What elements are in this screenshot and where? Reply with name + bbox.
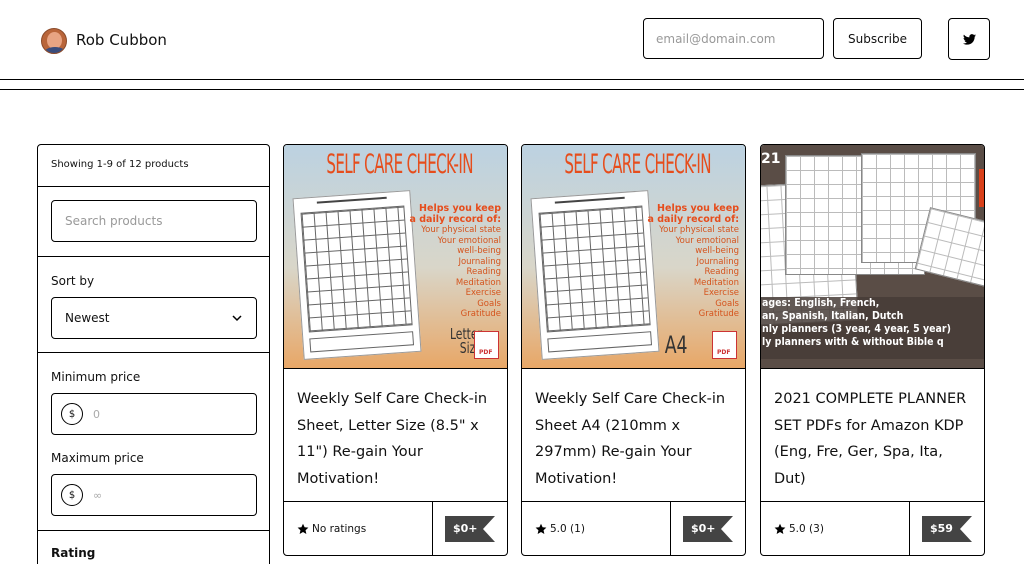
rating-text: 5.0 (1) bbox=[550, 523, 585, 535]
rating-text: No ratings bbox=[312, 523, 367, 535]
currency-icon: $ bbox=[61, 484, 83, 506]
price-tag[interactable]: $0+ bbox=[445, 516, 495, 542]
price-cell: $59 bbox=[909, 502, 984, 555]
product-thumbnail[interactable]: SELF CARE CHECK-IN Helps you keep a dail… bbox=[284, 145, 507, 369]
pdf-icon: PDF bbox=[712, 331, 737, 359]
thumbnail-heading: SELF CARE CHECK-IN bbox=[326, 149, 473, 180]
price-section: Minimum price $ 0 Maximum price $ ∞ bbox=[38, 353, 269, 531]
min-price-value: 0 bbox=[93, 407, 100, 421]
sort-value: Newest bbox=[65, 311, 110, 325]
price-cell: $0+ bbox=[432, 502, 507, 555]
creator-name[interactable]: Rob Cubbon bbox=[76, 31, 167, 49]
search-input[interactable] bbox=[51, 200, 257, 242]
worksheet-preview bbox=[292, 190, 422, 360]
rating-filter-label[interactable]: Rating bbox=[38, 531, 269, 564]
search-section bbox=[38, 187, 269, 257]
sort-label: Sort by bbox=[51, 274, 95, 288]
price-text: $0+ bbox=[691, 522, 716, 535]
product-thumbnail[interactable]: SELF CARE CHECK-IN Helps you keep a dail… bbox=[522, 145, 745, 369]
product-footer: 5.0 (3) $59 bbox=[761, 501, 984, 555]
twitter-button[interactable] bbox=[948, 18, 990, 60]
currency-icon: $ bbox=[61, 403, 83, 425]
subscribe-button[interactable]: Subscribe bbox=[833, 18, 922, 59]
product-rating: No ratings bbox=[297, 523, 366, 535]
price-text: $0+ bbox=[453, 522, 478, 535]
star-icon bbox=[297, 523, 309, 534]
pdf-icon: PDF bbox=[474, 331, 499, 359]
email-input[interactable] bbox=[643, 18, 824, 59]
star-icon bbox=[535, 523, 547, 534]
results-count: Showing 1-9 of 12 products bbox=[38, 145, 269, 187]
twitter-icon bbox=[962, 33, 976, 45]
site-header: Rob Cubbon Subscribe bbox=[0, 0, 1024, 80]
worksheet-preview bbox=[530, 190, 660, 360]
product-rating: 5.0 (3) bbox=[774, 523, 824, 535]
product-title[interactable]: Weekly Self Care Check-in Sheet A4 (210m… bbox=[535, 386, 735, 492]
sort-select[interactable]: Newest bbox=[51, 297, 257, 339]
filters-panel: Showing 1-9 of 12 products Sort by Newes… bbox=[37, 144, 270, 564]
product-footer: 5.0 (1) $0+ bbox=[522, 501, 745, 555]
product-title[interactable]: Weekly Self Care Check-in Sheet, Letter … bbox=[297, 386, 497, 492]
thumbnail-feature-list: Helps you keep a daily record of: Your p… bbox=[409, 203, 501, 319]
chevron-down-icon bbox=[232, 315, 242, 322]
product-thumbnail[interactable]: 21 ages: English, French, an, Spanish, I… bbox=[761, 145, 984, 369]
product-rating: 5.0 (1) bbox=[535, 523, 585, 535]
star-icon bbox=[774, 523, 786, 534]
price-tag[interactable]: $0+ bbox=[683, 516, 733, 542]
avatar[interactable] bbox=[41, 28, 67, 54]
thumbnail-feature-list: Helps you keep a daily record of: Your p… bbox=[647, 203, 739, 319]
thumbnail-accent bbox=[979, 169, 984, 207]
header-divider-secondary bbox=[0, 89, 1024, 90]
sort-section: Sort by Newest bbox=[38, 257, 269, 353]
product-card[interactable]: SELF CARE CHECK-IN Helps you keep a dail… bbox=[521, 144, 746, 556]
max-price-value: ∞ bbox=[93, 488, 103, 502]
product-footer: No ratings $0+ bbox=[284, 501, 507, 555]
rating-text: 5.0 (3) bbox=[789, 523, 824, 535]
price-tag[interactable]: $59 bbox=[922, 516, 972, 542]
min-price-label: Minimum price bbox=[51, 370, 141, 384]
thumbnail-caption: ages: English, French, an, Spanish, Ital… bbox=[761, 297, 984, 359]
product-card[interactable]: SELF CARE CHECK-IN Helps you keep a dail… bbox=[283, 144, 508, 556]
product-card[interactable]: 21 ages: English, French, an, Spanish, I… bbox=[760, 144, 985, 556]
header-divider bbox=[0, 79, 1024, 80]
price-text: $59 bbox=[930, 522, 953, 535]
min-price-input[interactable]: $ 0 bbox=[51, 393, 257, 435]
price-cell: $0+ bbox=[670, 502, 745, 555]
max-price-input[interactable]: $ ∞ bbox=[51, 474, 257, 516]
max-price-label: Maximum price bbox=[51, 451, 144, 465]
thumbnail-year: 21 bbox=[761, 151, 781, 167]
product-title[interactable]: 2021 COMPLETE PLANNER SET PDFs for Amazo… bbox=[774, 386, 974, 492]
thumbnail-heading: SELF CARE CHECK-IN bbox=[564, 149, 711, 180]
thumbnail-size-label: A4 bbox=[664, 331, 688, 359]
